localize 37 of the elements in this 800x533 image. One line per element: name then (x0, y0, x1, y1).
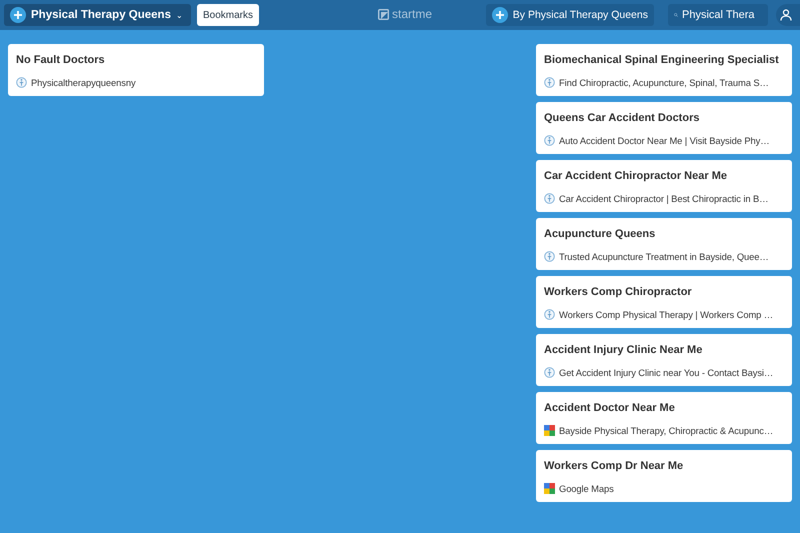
widget-title: Workers Comp Chiropractor (544, 286, 693, 298)
widget-title: Accident Injury Clinic Near Me (544, 344, 704, 356)
widget-title: Workers Comp Dr Near Me (544, 460, 684, 472)
figure-icon (544, 367, 555, 378)
figure-icon (544, 77, 555, 88)
bookmark-link[interactable]: Find Chiropractic, Acupuncture, Spinal, Trauma S… (544, 77, 769, 88)
bookmark-link[interactable]: Auto Accident Doctor Near Me | Visit Bayside Phy… (544, 135, 770, 146)
bookmark-link[interactable]: Workers Comp Physical Therapy | Workers Comp … (544, 309, 774, 320)
widget-title: Accident Doctor Near Me (544, 402, 676, 414)
bookmarks-button[interactable]: Bookmarks (196, 4, 259, 26)
widget-title: Acupuncture Queens (544, 228, 656, 240)
widget-title: No Fault Doctors (16, 54, 106, 66)
bookmark-link[interactable]: Physicaltherapyqueensny (16, 77, 136, 88)
search-field[interactable]: Physical Thera (668, 4, 768, 26)
bookmark-link[interactable]: Bayside Physical Therapy, Chiropractic & Acupunc… (544, 425, 774, 436)
figure-icon (16, 77, 27, 88)
widget-title: Car Accident Chiropractor Near Me (544, 170, 728, 182)
figure-icon (544, 309, 555, 320)
bookmark-link[interactable]: Car Accident Chiropractor | Best Chiropractic in B… (544, 193, 768, 204)
plus-icon (492, 7, 508, 23)
figure-icon (544, 251, 555, 262)
tiles-icon (544, 425, 555, 436)
search-icon (674, 11, 678, 19)
author-button[interactable]: By Physical Therapy Queens (486, 4, 654, 26)
plus-icon (10, 7, 26, 23)
bookmark-link[interactable]: Get Accident Injury Clinic near You - Contact Baysi… (544, 367, 774, 378)
logo-icon (378, 8, 389, 20)
logo-text: startme (392, 7, 432, 21)
bookmark-link[interactable]: Google Maps (544, 483, 614, 494)
tiles-icon (544, 483, 555, 494)
user-icon[interactable] (780, 9, 792, 21)
widget-title: Queens Car Accident Doctors (544, 112, 700, 124)
page-menu-button[interactable]: Physical Therapy Queens ⌄ (4, 4, 191, 26)
bookmark-link[interactable]: Trusted Acupuncture Treatment in Bayside, Quee… (544, 251, 769, 262)
widget-title: Biomechanical Spinal Engineering Specialist (544, 54, 780, 66)
figure-icon (544, 135, 555, 146)
figure-icon (544, 193, 555, 204)
